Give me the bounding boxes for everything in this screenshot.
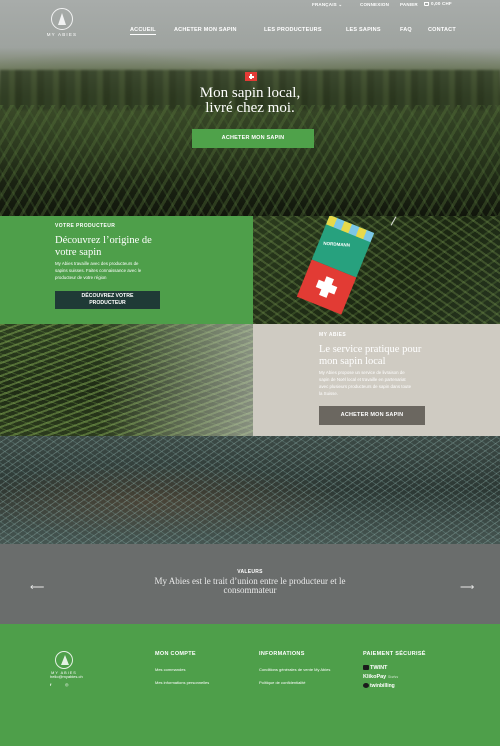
nav-item-faq[interactable]: FAQ — [400, 27, 412, 33]
chevron-down-icon: ⌄ — [338, 2, 343, 7]
nav-item-les-producteurs[interactable]: LES PRODUCTEURS — [264, 27, 322, 33]
service-text: My Abies propose un service de livraison… — [319, 370, 412, 396]
discover-producer-button[interactable]: DÉCOUVREZ VOTRE PRODUCTEUR — [55, 291, 160, 309]
service-section: MY ABIES Le service pratique pour mon sa… — [253, 324, 500, 436]
twinbilling-logo: twinbilling — [363, 683, 395, 689]
footer: MY ABIES hello@myabies.ch f ◎ MON COMPTE… — [0, 624, 500, 746]
fir-branch-image — [0, 324, 253, 436]
login-link[interactable]: CONNEXION — [360, 2, 389, 7]
twint-icon — [363, 665, 369, 671]
footer-email[interactable]: hello@myabies.ch — [50, 674, 83, 679]
language-selector[interactable]: FRANÇAIS ⌄ — [312, 2, 342, 8]
hero-pines-image — [0, 105, 500, 216]
instagram-icon[interactable]: ◎ — [65, 682, 69, 687]
logo[interactable]: MY ABIES — [44, 8, 80, 37]
values-section: ⟵ VALEURS My Abies est le trait d’union … — [0, 544, 500, 624]
footer-link-terms[interactable]: Conditions générales de vente My Abies — [259, 667, 330, 672]
footer-info-heading: INFORMATIONS — [259, 651, 305, 657]
producer-eyebrow: VOTRE PRODUCTEUR — [55, 223, 116, 229]
producer-section: VOTRE PRODUCTEUR Découvrez l’origine de … — [0, 216, 253, 324]
swiss-flag-icon — [245, 72, 257, 81]
arrow-right-icon[interactable]: ⟶ — [460, 582, 474, 593]
klikopay-logo: KlikoPay Swiss — [363, 674, 399, 680]
producer-title: Découvrez l’origine de votre sapin — [55, 235, 152, 258]
nav-item-les-sapins[interactable]: LES SAPINS — [346, 27, 381, 33]
cart-link[interactable]: PANIER — [400, 2, 418, 7]
twint-logo: TWINT — [363, 665, 387, 671]
producer-text: My Abies travaille avec des producteurs … — [55, 261, 142, 280]
hero-title: Mon sapin local, livré chez moi. — [199, 85, 301, 116]
nav-item-acheter-mon-sapin[interactable]: ACHETER MON SAPIN — [174, 27, 237, 33]
tag-string — [390, 216, 397, 226]
tree-tag: NORDMANN — [296, 216, 375, 315]
facebook-icon[interactable]: f — [50, 682, 51, 687]
spruce-branches-image — [0, 436, 500, 544]
footer-payment-heading: PAIEMENT SÉCURISÉ — [363, 651, 426, 657]
values-text: My Abies est le trait d’union entre le p… — [154, 576, 346, 595]
service-eyebrow: MY ABIES — [319, 332, 347, 338]
hero-buy-button[interactable]: ACHETER MON SAPIN — [192, 129, 314, 148]
arrow-left-icon[interactable]: ⟵ — [30, 582, 44, 593]
cart-amount[interactable]: 0,00 CHF — [424, 1, 452, 6]
footer-link-personal-info[interactable]: Mes informations personnelles — [155, 680, 209, 685]
service-title: Le service pratique pour mon sapin local — [319, 344, 422, 367]
hero-section: FRANÇAIS ⌄ CONNEXION PANIER 0,00 CHF MY … — [0, 0, 500, 216]
producer-tag-image: NORDMANN — [253, 216, 500, 324]
logo-text: MY ABIES — [46, 32, 78, 37]
footer-logo[interactable]: MY ABIES — [50, 651, 78, 675]
cart-icon — [424, 1, 429, 6]
footer-account-heading: MON COMPTE — [155, 651, 196, 657]
service-buy-button[interactable]: ACHETER MON SAPIN — [319, 406, 425, 425]
nav-item-accueil[interactable]: ACCUEIL — [130, 27, 156, 35]
logo-tree-icon — [55, 651, 73, 669]
nav-item-contact[interactable]: CONTACT — [428, 27, 456, 33]
tag-text: NORDMANN — [323, 240, 351, 248]
twinbilling-icon — [363, 683, 369, 689]
footer-link-orders[interactable]: Mes commandes — [155, 667, 185, 672]
values-label: VALEURS — [237, 569, 263, 575]
logo-tree-icon — [51, 8, 73, 30]
footer-link-privacy[interactable]: Politique de confidentialité — [259, 680, 305, 685]
